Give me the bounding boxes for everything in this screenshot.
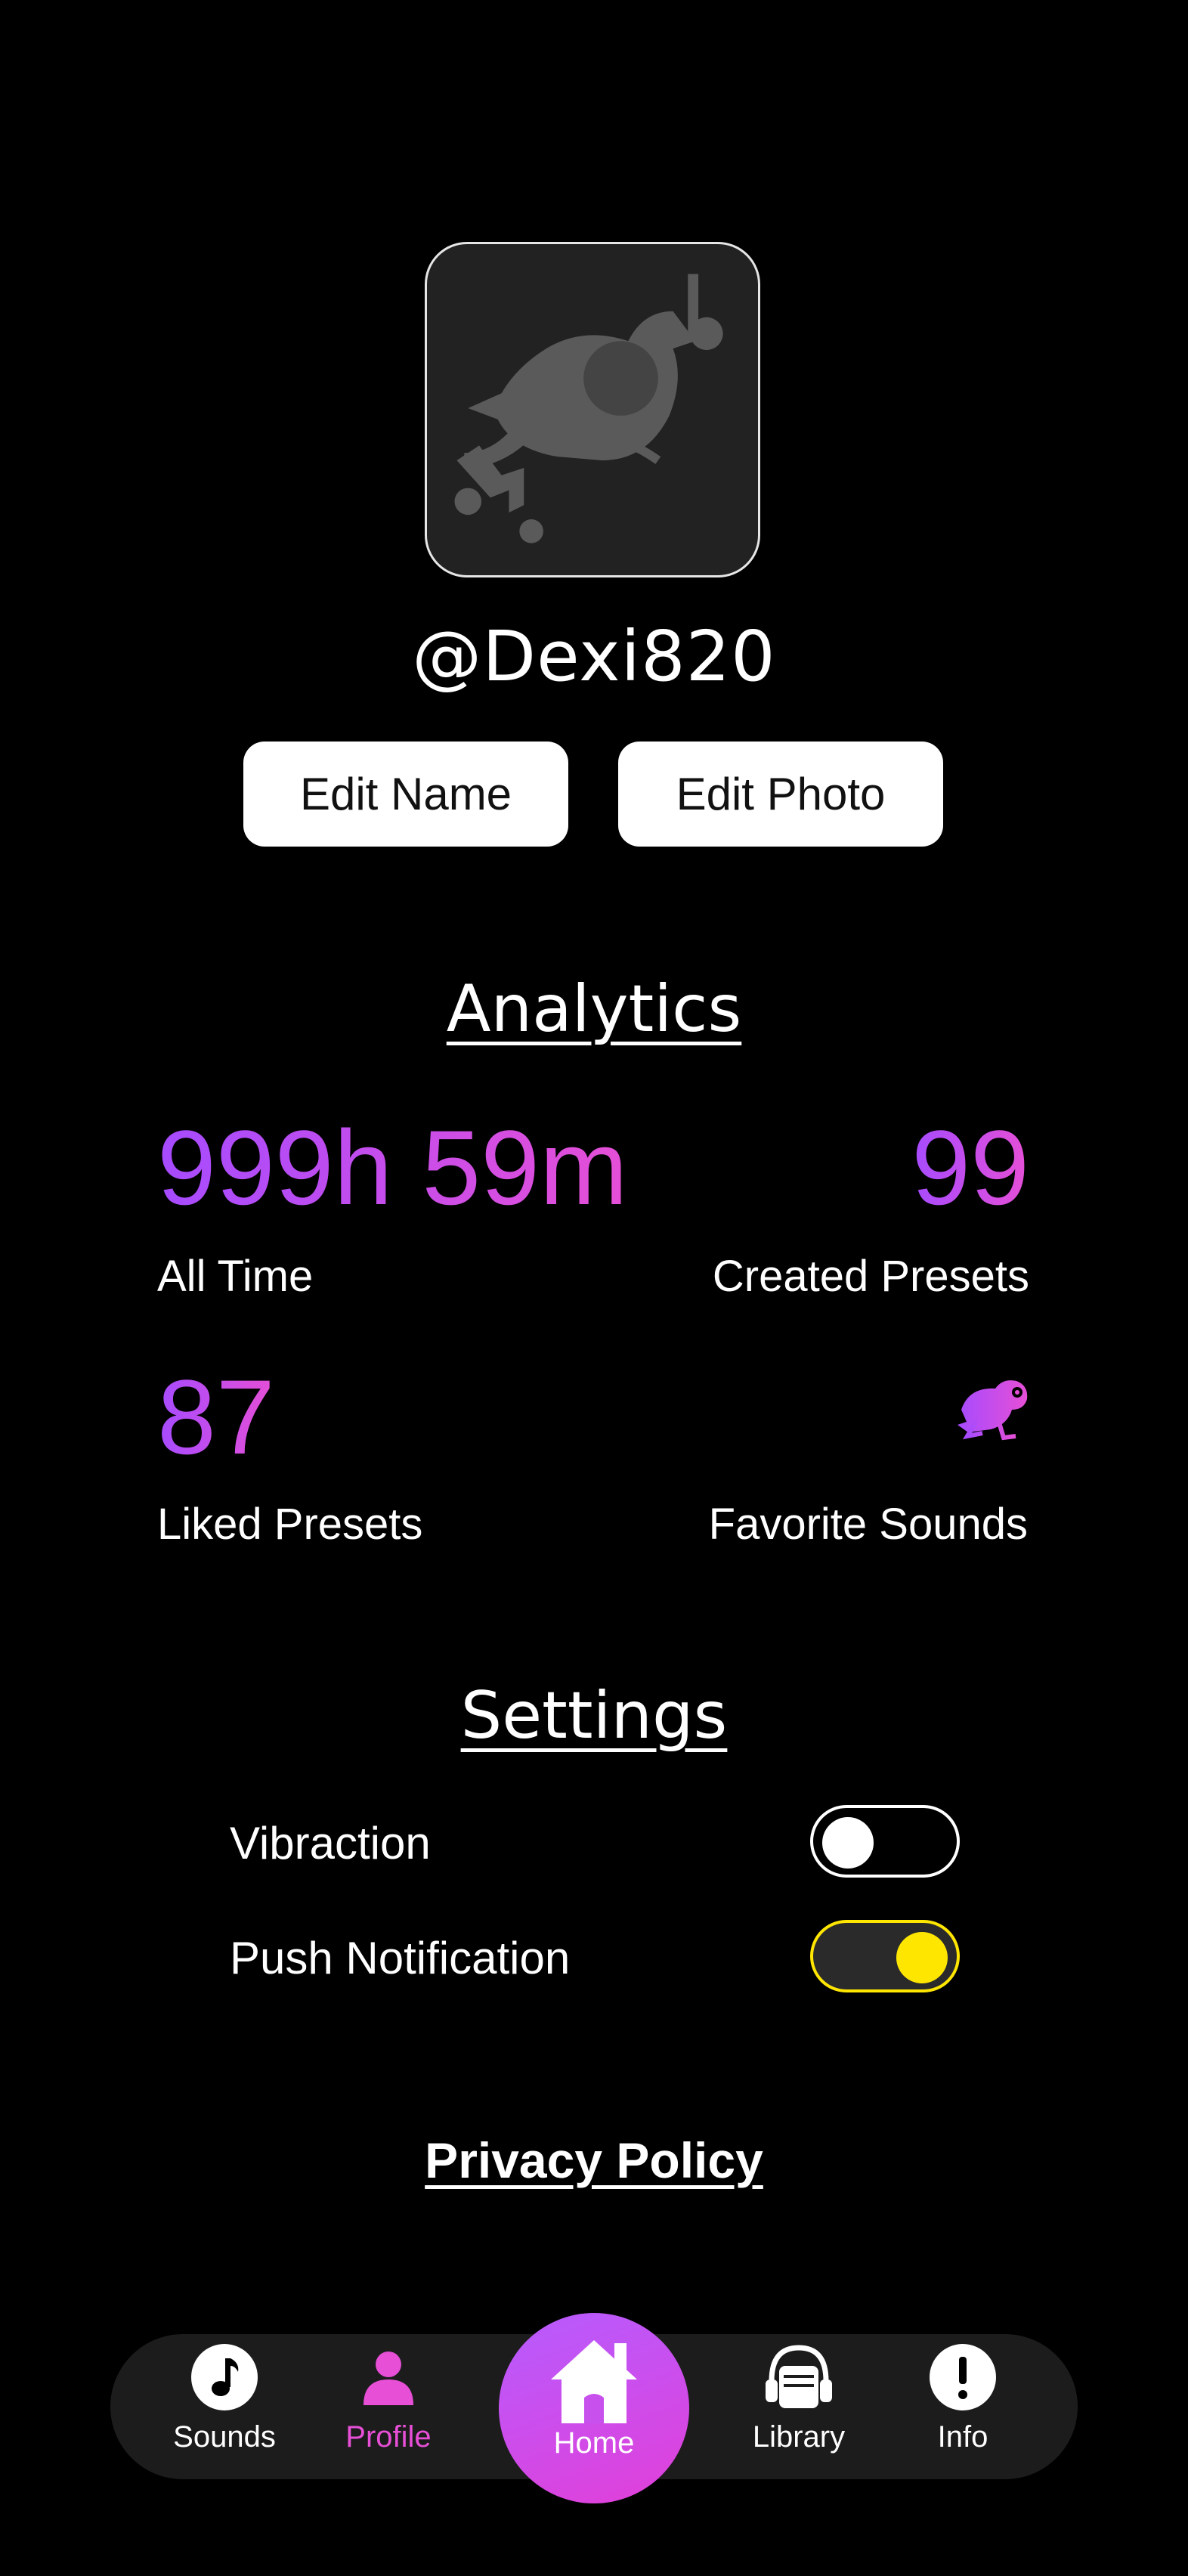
person-icon bbox=[364, 2352, 413, 2405]
created-presets-label: Created Presets bbox=[712, 1252, 1029, 1301]
vibration-toggle-knob bbox=[822, 1817, 874, 1869]
nav-label-info: Info bbox=[937, 2420, 988, 2454]
settings-title: Settings bbox=[460, 1678, 728, 1754]
profile-avatar bbox=[425, 242, 760, 577]
analytics-title: Analytics bbox=[446, 971, 742, 1047]
frog-icon bbox=[954, 1376, 1032, 1444]
info-icon bbox=[930, 2344, 996, 2410]
liked-presets-label: Liked Presets bbox=[157, 1500, 423, 1549]
music-note-icon bbox=[191, 2344, 258, 2410]
all-time-label: All Time bbox=[157, 1252, 314, 1301]
nav-label-profile: Profile bbox=[345, 2420, 432, 2454]
push-notification-toggle[interactable] bbox=[810, 1920, 960, 1992]
bird-music-icon bbox=[454, 274, 723, 543]
all-time-value: 999h 59m bbox=[157, 1108, 628, 1227]
nav-item-library[interactable]: Library bbox=[723, 2343, 874, 2454]
nav-label-home: Home bbox=[553, 2426, 635, 2460]
nav-item-info[interactable]: Info bbox=[887, 2343, 1038, 2454]
push-notification-toggle-knob bbox=[896, 1932, 948, 1983]
home-icon bbox=[551, 2340, 637, 2423]
vibration-toggle[interactable] bbox=[810, 1805, 960, 1878]
created-presets-value: 99 bbox=[911, 1108, 1029, 1227]
liked-presets-value: 87 bbox=[157, 1358, 275, 1476]
nav-item-home[interactable]: Home bbox=[499, 2313, 689, 2503]
nav-label-library: Library bbox=[752, 2420, 846, 2454]
nav-item-sounds[interactable]: Sounds bbox=[149, 2343, 300, 2454]
edit-photo-button[interactable]: Edit Photo bbox=[618, 742, 943, 847]
privacy-policy-link[interactable]: Privacy Policy bbox=[0, 2132, 1188, 2189]
favorite-sounds-label: Favorite Sounds bbox=[708, 1500, 1028, 1549]
nav-label-sounds: Sounds bbox=[173, 2420, 276, 2454]
username: @Dexi820 bbox=[412, 616, 776, 697]
nav-item-profile[interactable]: Profile bbox=[313, 2343, 464, 2454]
edit-name-button[interactable]: Edit Name bbox=[243, 742, 568, 847]
library-icon bbox=[766, 2345, 832, 2408]
push-notification-label: Push Notification bbox=[230, 1933, 571, 1983]
vibration-label: Vibraction bbox=[230, 1818, 431, 1869]
